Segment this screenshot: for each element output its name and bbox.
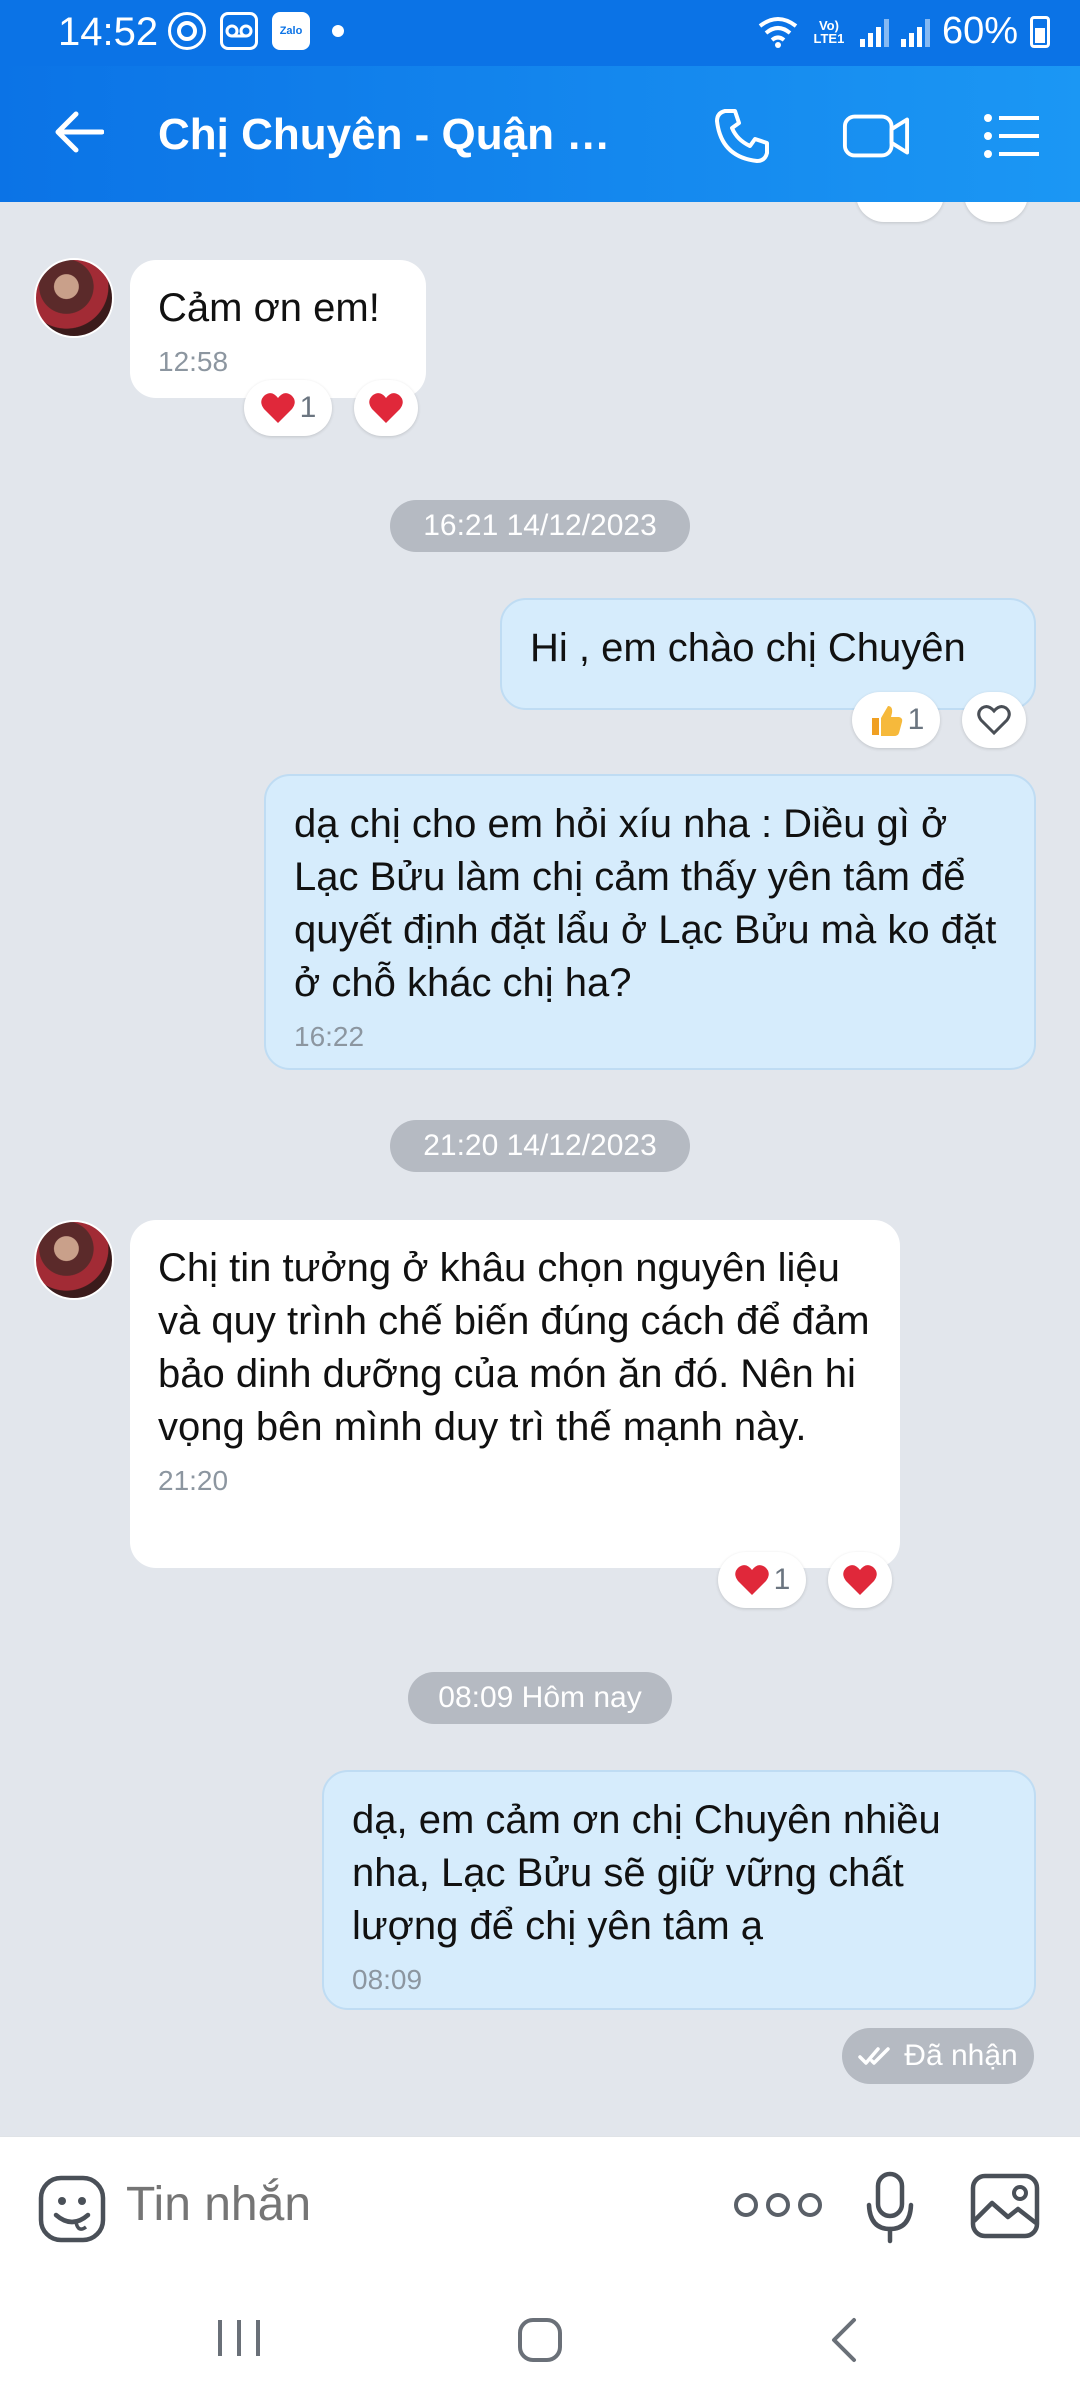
- list-menu-icon: [984, 114, 1039, 158]
- react-button[interactable]: [828, 1552, 892, 1608]
- message-text: Chị tin tưởng ở khâu chọn nguyên liệu và…: [158, 1246, 870, 1449]
- dot-icon: [766, 2193, 790, 2217]
- message-list[interactable]: Cảm ơn em! 12:58 1 16:21 14/12/2023 Hi ,…: [0, 202, 1080, 2136]
- dot-icon: [798, 2193, 822, 2217]
- message-time: 08:09: [352, 1964, 423, 1995]
- notification-icons: Zalo: [168, 12, 344, 50]
- reaction-summary[interactable]: 1: [718, 1552, 806, 1608]
- reaction-badge[interactable]: [856, 202, 944, 222]
- date-separator: 21:20 14/12/2023: [390, 1120, 690, 1172]
- signal-2-icon: [900, 17, 930, 47]
- message-text: dạ chị cho em hỏi xíu nha : Diều gì ở Lạ…: [294, 802, 997, 1005]
- message-time: 21:20: [158, 1465, 229, 1496]
- contact-avatar[interactable]: [34, 258, 114, 338]
- arrow-left-icon: [55, 111, 104, 153]
- heart-outline-icon: [977, 705, 1011, 736]
- message-bubble-outgoing[interactable]: Hi , em chào chị Chuyên: [500, 598, 1036, 710]
- recent-apps-icon: [218, 2320, 260, 2356]
- heart-icon: [843, 1565, 877, 1595]
- react-button[interactable]: [962, 692, 1026, 748]
- message-bubble-outgoing[interactable]: dạ chị cho em hỏi xíu nha : Diều gì ở Lạ…: [264, 774, 1036, 1070]
- chat-header: Chị Chuyên - Quận 10...: [0, 66, 1080, 202]
- wifi-icon: [758, 16, 798, 48]
- heart-icon: [369, 393, 403, 423]
- sync-icon: [168, 12, 206, 50]
- video-camera-icon: [842, 114, 910, 158]
- heart-icon: [734, 1565, 769, 1595]
- zalo-app-icon: Zalo: [272, 12, 310, 50]
- message-time: 16:22: [294, 1021, 365, 1052]
- message-bubble-incoming[interactable]: Chị tin tưởng ở khâu chọn nguyên liệu và…: [130, 1220, 900, 1568]
- notification-dot-icon: [332, 25, 344, 37]
- voicemail-icon: [220, 12, 258, 50]
- reaction-summary[interactable]: 1: [244, 380, 332, 436]
- dot-icon: [734, 2193, 758, 2217]
- phone-icon: [715, 109, 769, 163]
- options-menu-button[interactable]: [978, 102, 1046, 170]
- system-back-button[interactable]: [826, 2316, 862, 2369]
- date-separator: 08:09 Hôm nay: [408, 1672, 672, 1724]
- more-options-button[interactable]: [734, 2193, 822, 2217]
- battery-icon: [1030, 15, 1050, 48]
- reaction-button[interactable]: [964, 202, 1028, 222]
- message-time: 12:58: [158, 346, 229, 377]
- delivery-status-badge: Đã nhận: [842, 2028, 1034, 2084]
- chevron-left-icon: [832, 2318, 856, 2362]
- home-button[interactable]: [516, 2316, 564, 2369]
- sticker-button[interactable]: [38, 2175, 106, 2248]
- status-time: 14:52: [58, 10, 159, 54]
- lte-indicator: Vo) LTE1: [813, 17, 845, 46]
- date-separator: 16:21 14/12/2023: [390, 500, 690, 552]
- message-composer: [0, 2136, 1080, 2276]
- voice-call-button[interactable]: [708, 102, 776, 170]
- message-text: Hi , em chào chị Chuyên: [530, 626, 966, 670]
- smiley-icon: [38, 2175, 106, 2243]
- thumbs-up-icon: [871, 706, 902, 736]
- message-text: Cảm ơn em!: [158, 286, 380, 330]
- delivery-status-text: Đã nhận: [904, 2039, 1018, 2072]
- image-button[interactable]: [970, 2173, 1040, 2244]
- reaction-count: 1: [907, 703, 925, 736]
- image-gallery-icon: [970, 2173, 1040, 2239]
- message-input[interactable]: [126, 2177, 686, 2232]
- message-text: dạ, em cảm ơn chị Chuyên nhiều nha, Lạc …: [352, 1798, 941, 1948]
- recent-apps-button[interactable]: [214, 2316, 264, 2365]
- double-check-icon: [858, 2047, 891, 2065]
- reaction-count: 1: [299, 391, 317, 424]
- contact-avatar[interactable]: [34, 1220, 114, 1300]
- home-icon: [518, 2318, 562, 2362]
- microphone-icon: [866, 2171, 914, 2244]
- chat-title[interactable]: Chị Chuyên - Quận 10...: [158, 110, 628, 160]
- message-bubble-outgoing[interactable]: dạ, em cảm ơn chị Chuyên nhiều nha, Lạc …: [322, 1770, 1036, 2010]
- battery-percent: 60%: [941, 10, 1018, 52]
- status-bar: 14:52 Zalo Vo) LTE1 60%: [0, 0, 1080, 66]
- message-bubble-incoming[interactable]: Cảm ơn em! 12:58: [130, 260, 426, 398]
- back-button[interactable]: [48, 102, 108, 162]
- reaction-count: 1: [773, 1563, 791, 1596]
- video-call-button[interactable]: [842, 102, 910, 170]
- voice-message-button[interactable]: [864, 2171, 916, 2250]
- reaction-summary[interactable]: 1: [852, 692, 940, 748]
- system-indicators: Vo) LTE1 60%: [758, 10, 1050, 53]
- signal-icon: [859, 17, 889, 47]
- react-button[interactable]: [354, 380, 418, 436]
- heart-icon: [260, 393, 295, 423]
- system-navigation-bar: [0, 2276, 1080, 2408]
